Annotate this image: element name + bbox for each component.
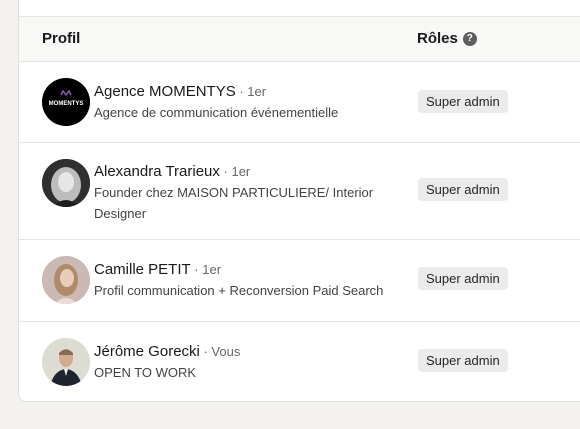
table-row: Jérôme Gorecki · Vous OPEN TO WORK Super… (19, 322, 580, 401)
table-row: Alexandra Trarieux · 1er Founder chez MA… (19, 143, 580, 240)
profile-headline: Founder chez MAISON PARTICULIERE/ Interi… (94, 185, 374, 221)
connection-degree: · Vous (199, 344, 241, 359)
roles-label: Rôles (417, 30, 458, 47)
role-badge: Super admin (418, 267, 508, 290)
connection-degree: · 1er (190, 262, 222, 277)
profile-name[interactable]: Alexandra Trarieux (94, 163, 220, 180)
connection-degree: · 1er (235, 84, 267, 99)
person-photo-icon (42, 256, 90, 304)
profile-info: Camille PETIT · 1er Profil communication… (94, 260, 383, 301)
role-badge: Super admin (418, 90, 508, 113)
profile-name[interactable]: Agence MOMENTYS (94, 83, 236, 100)
role-badge: Super admin (418, 178, 508, 201)
card-top-strip (19, 0, 580, 17)
profile-headline: Agence de communication événementielle (94, 105, 339, 120)
table-row: Camille PETIT · 1er Profil communication… (19, 240, 580, 322)
avatar[interactable] (42, 338, 90, 386)
profile-headline: OPEN TO WORK (94, 365, 197, 380)
momentys-logo-text: MOMENTYS (49, 101, 84, 107)
person-photo-icon (42, 338, 90, 386)
avatar[interactable] (42, 159, 90, 207)
profile-info: Alexandra Trarieux · 1er Founder chez MA… (94, 162, 404, 224)
profile-name[interactable]: Jérôme Gorecki (94, 343, 200, 360)
momentys-logo-icon: MOMENTYS (42, 78, 90, 126)
person-photo-icon (42, 159, 90, 207)
admins-card: Profil Rôles ? MOMENTYS Agence MOMENTYS … (18, 0, 580, 402)
avatar[interactable]: MOMENTYS (42, 78, 90, 126)
profile-info: Agence MOMENTYS · 1er Agence de communic… (94, 82, 338, 123)
profile-headline: Profil communication + Reconversion Paid… (94, 283, 384, 298)
profile-info: Jérôme Gorecki · Vous OPEN TO WORK (94, 342, 240, 383)
help-icon[interactable]: ? (462, 31, 477, 46)
table-row: MOMENTYS Agence MOMENTYS · 1er Agence de… (19, 62, 580, 143)
column-header-roles: Rôles ? (417, 30, 477, 47)
connection-degree: · 1er (219, 164, 251, 179)
role-badge: Super admin (418, 349, 508, 372)
profile-name[interactable]: Camille PETIT (94, 261, 191, 278)
avatar[interactable] (42, 256, 90, 304)
column-header-profil: Profil (42, 30, 81, 47)
table-header: Profil Rôles ? (19, 17, 580, 62)
